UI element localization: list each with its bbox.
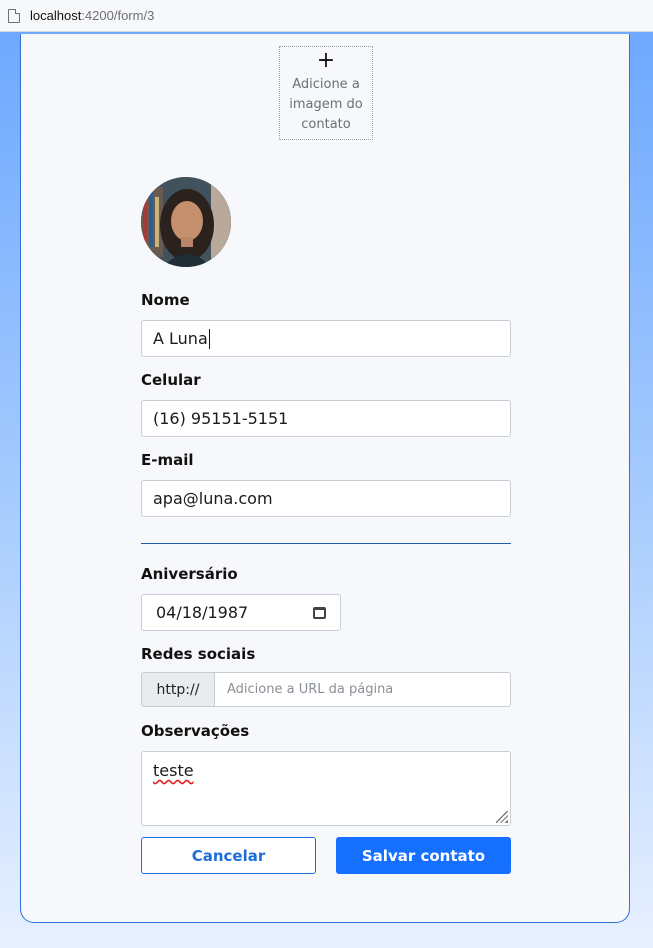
name-input[interactable]: A Luna (141, 320, 511, 357)
notes-label: Observações (141, 722, 250, 740)
url-text[interactable]: localhost:4200/form/3 (30, 8, 154, 23)
section-divider (141, 543, 511, 544)
contact-avatar (141, 177, 231, 267)
name-value: A Luna (153, 329, 208, 348)
birthday-value: 04/18/1987 (156, 603, 249, 622)
phone-input[interactable]: (16) 95151-5151 (141, 400, 511, 437)
calendar-icon[interactable] (313, 606, 326, 619)
url-prefix: http:// (141, 672, 215, 707)
email-input[interactable]: apa@luna.com (141, 480, 511, 517)
image-upload-area[interactable]: + Adicione a imagem do contato (279, 46, 373, 140)
save-contact-button[interactable]: Salvar contato (336, 837, 511, 874)
social-url-input[interactable]: Adicione a URL da página (215, 672, 511, 707)
browser-address-bar[interactable]: localhost:4200/form/3 (0, 0, 653, 32)
phone-value: (16) 95151-5151 (153, 409, 289, 428)
avatar-photo (141, 177, 231, 267)
image-upload-text: Adicione a imagem do contato (289, 77, 363, 132)
notes-value: teste (153, 761, 194, 780)
plus-icon: + (316, 48, 336, 73)
social-url-group: http:// Adicione a URL da página (141, 672, 511, 707)
cancel-button[interactable]: Cancelar (141, 837, 316, 874)
contact-form-card: + Adicione a imagem do contato Nome A Lu… (20, 34, 630, 923)
birthday-label: Aniversário (141, 565, 238, 583)
page-icon (8, 8, 20, 23)
text-caret (208, 328, 210, 349)
name-label: Nome (141, 291, 190, 309)
birthday-date-input[interactable]: 04/18/1987 (141, 594, 341, 631)
notes-textarea[interactable]: teste (141, 751, 511, 826)
email-value: apa@luna.com (153, 489, 273, 508)
resize-grip-icon[interactable] (496, 811, 508, 823)
social-label: Redes sociais (141, 645, 256, 663)
email-label: E-mail (141, 451, 194, 469)
phone-label: Celular (141, 371, 201, 389)
